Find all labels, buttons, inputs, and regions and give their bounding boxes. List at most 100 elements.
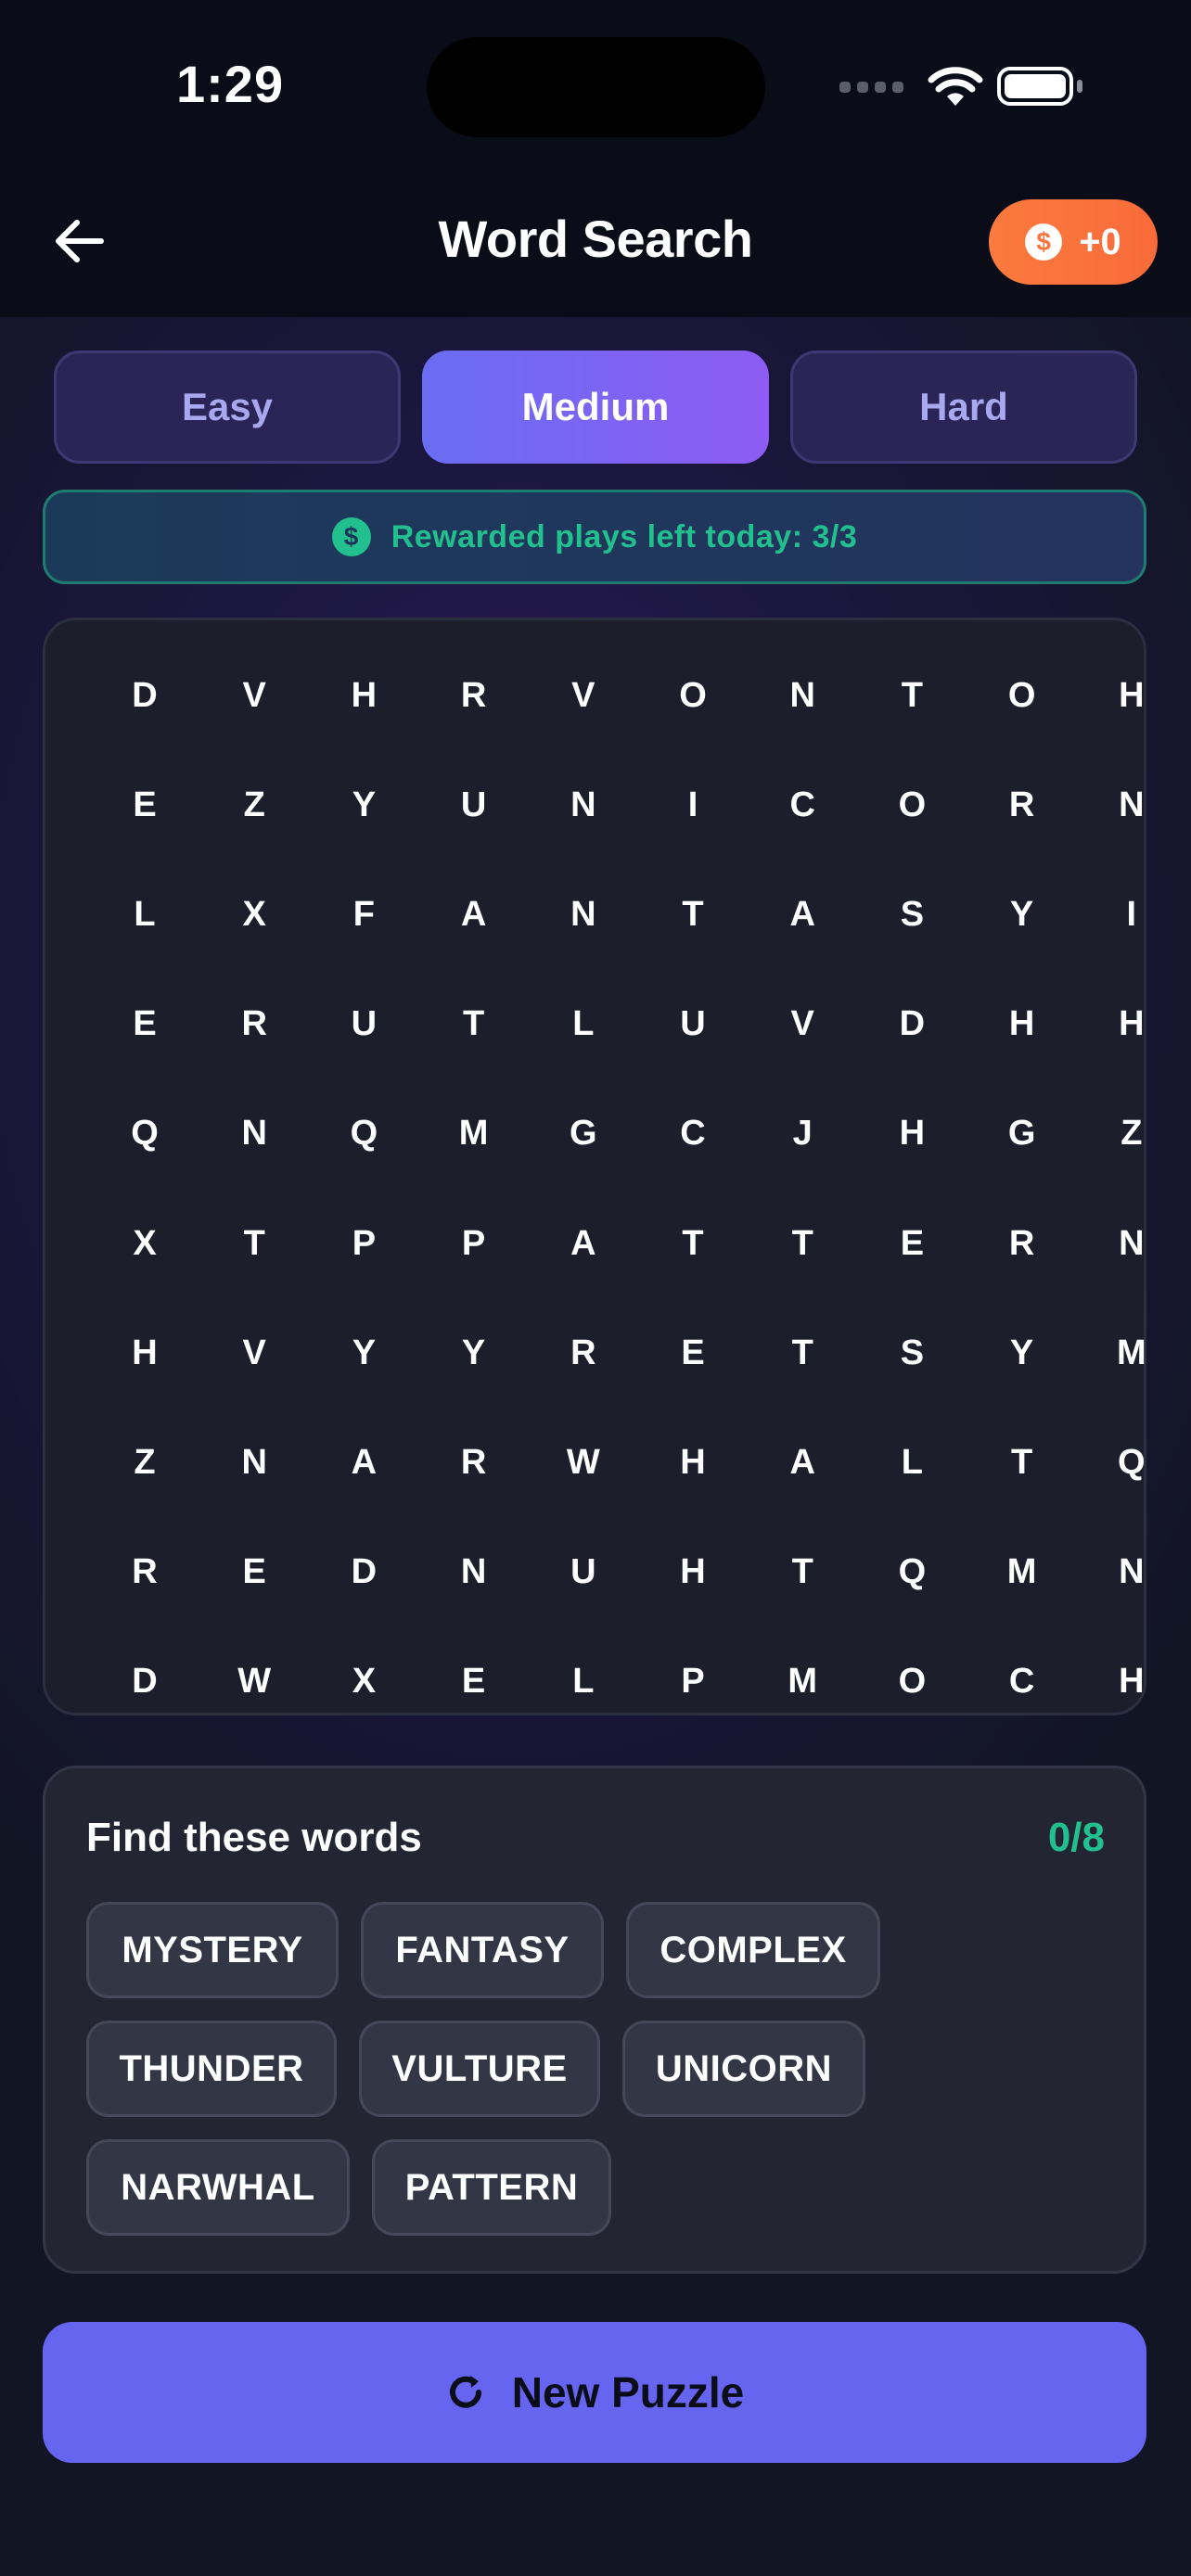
difficulty-hard-button[interactable]: Hard xyxy=(790,351,1137,464)
grid-cell[interactable]: D xyxy=(90,1627,199,1737)
grid-cell[interactable]: O xyxy=(967,641,1077,750)
grid-cell[interactable]: H xyxy=(857,1079,967,1189)
grid-cell[interactable]: N xyxy=(748,641,857,750)
grid-cell[interactable]: T xyxy=(748,1189,857,1298)
grid-cell[interactable]: M xyxy=(748,1627,857,1737)
grid-cell[interactable]: H xyxy=(638,1518,748,1627)
grid-cell[interactable]: M xyxy=(967,1518,1077,1627)
grid-cell[interactable]: P xyxy=(309,1189,418,1298)
grid-cell[interactable]: X xyxy=(309,1627,418,1737)
grid-cell[interactable]: M xyxy=(1077,1298,1186,1408)
grid-cell[interactable]: O xyxy=(857,1627,967,1737)
grid-cell[interactable]: N xyxy=(419,1518,529,1627)
grid-cell[interactable]: M xyxy=(419,1079,529,1189)
grid-cell[interactable]: D xyxy=(309,1518,418,1627)
grid-cell[interactable]: R xyxy=(419,641,529,750)
grid-cell[interactable]: A xyxy=(748,1408,857,1517)
grid-cell[interactable]: T xyxy=(857,641,967,750)
grid-cell[interactable]: H xyxy=(1077,1627,1186,1737)
grid-cell[interactable]: E xyxy=(90,970,199,1079)
grid-cell[interactable]: T xyxy=(967,1408,1077,1517)
grid-cell[interactable]: V xyxy=(199,1298,309,1408)
grid-cell[interactable]: H xyxy=(90,1298,199,1408)
grid-cell[interactable]: F xyxy=(309,860,418,969)
grid-cell[interactable]: Q xyxy=(90,1079,199,1189)
grid-cell[interactable]: V xyxy=(199,641,309,750)
grid-cell[interactable]: A xyxy=(419,860,529,969)
grid-cell[interactable]: C xyxy=(748,750,857,860)
grid-cell[interactable]: G xyxy=(967,1079,1077,1189)
grid-cell[interactable]: Y xyxy=(967,860,1077,969)
grid-cell[interactable]: S xyxy=(857,1298,967,1408)
grid-cell[interactable]: Q xyxy=(309,1079,418,1189)
grid-cell[interactable]: Z xyxy=(199,750,309,860)
grid-cell[interactable]: Y xyxy=(309,750,418,860)
coins-badge[interactable]: $ +0 xyxy=(989,199,1158,285)
grid-cell[interactable]: H xyxy=(967,970,1077,1079)
grid-cell[interactable]: R xyxy=(199,970,309,1079)
grid-cell[interactable]: H xyxy=(1077,641,1186,750)
grid-cell[interactable]: O xyxy=(638,641,748,750)
grid-cell[interactable]: D xyxy=(857,970,967,1079)
grid-cell[interactable]: E xyxy=(857,1189,967,1298)
grid-cell[interactable]: T xyxy=(419,970,529,1079)
new-puzzle-button[interactable]: New Puzzle xyxy=(43,2322,1146,2463)
grid-cell[interactable]: Z xyxy=(90,1408,199,1517)
grid-cell[interactable]: U xyxy=(529,1518,638,1627)
grid-cell[interactable]: U xyxy=(638,970,748,1079)
grid-cell[interactable]: T xyxy=(199,1189,309,1298)
grid-cell[interactable]: G xyxy=(529,1079,638,1189)
grid-cell[interactable]: Y xyxy=(967,1298,1077,1408)
grid-cell[interactable]: L xyxy=(529,970,638,1079)
grid-cell[interactable]: E xyxy=(199,1518,309,1627)
grid-cell[interactable]: L xyxy=(90,860,199,969)
grid-cell[interactable]: R xyxy=(419,1408,529,1517)
grid-cell[interactable]: W xyxy=(529,1408,638,1517)
difficulty-easy-button[interactable]: Easy xyxy=(54,351,401,464)
grid-cell[interactable]: N xyxy=(1077,1189,1186,1298)
grid-cell[interactable]: X xyxy=(90,1189,199,1298)
grid-cell[interactable]: A xyxy=(529,1189,638,1298)
grid-cell[interactable]: Y xyxy=(309,1298,418,1408)
grid-cell[interactable]: Z xyxy=(1077,1079,1186,1189)
grid-cell[interactable]: N xyxy=(529,860,638,969)
grid-cell[interactable]: W xyxy=(199,1627,309,1737)
grid-cell[interactable]: D xyxy=(90,641,199,750)
grid-cell[interactable]: U xyxy=(419,750,529,860)
grid-cell[interactable]: A xyxy=(309,1408,418,1517)
grid-cell[interactable]: N xyxy=(199,1408,309,1517)
grid-cell[interactable]: N xyxy=(1077,750,1186,860)
grid-cell[interactable]: E xyxy=(638,1298,748,1408)
grid-cell[interactable]: N xyxy=(199,1079,309,1189)
grid-cell[interactable]: C xyxy=(967,1627,1077,1737)
grid-cell[interactable]: U xyxy=(309,970,418,1079)
grid-cell[interactable]: P xyxy=(419,1189,529,1298)
grid-cell[interactable]: T xyxy=(748,1518,857,1627)
grid-cell[interactable]: C xyxy=(638,1079,748,1189)
grid-cell[interactable]: L xyxy=(857,1408,967,1517)
grid-cell[interactable]: O xyxy=(857,750,967,860)
grid-cell[interactable]: N xyxy=(1077,1518,1186,1627)
grid-cell[interactable]: L xyxy=(529,1627,638,1737)
grid-cell[interactable]: R xyxy=(529,1298,638,1408)
grid-cell[interactable]: Y xyxy=(419,1298,529,1408)
grid-cell[interactable]: Q xyxy=(857,1518,967,1627)
grid-cell[interactable]: T xyxy=(638,1189,748,1298)
grid-cell[interactable]: H xyxy=(309,641,418,750)
grid-cell[interactable]: R xyxy=(90,1518,199,1627)
grid-cell[interactable]: I xyxy=(638,750,748,860)
grid-cell[interactable]: T xyxy=(638,860,748,969)
grid-cell[interactable]: H xyxy=(638,1408,748,1517)
grid-cell[interactable]: I xyxy=(1077,860,1186,969)
grid-cell[interactable]: S xyxy=(857,860,967,969)
grid-cell[interactable]: T xyxy=(748,1298,857,1408)
grid-cell[interactable]: V xyxy=(529,641,638,750)
grid-cell[interactable]: R xyxy=(967,1189,1077,1298)
grid-cell[interactable]: Q xyxy=(1077,1408,1186,1517)
grid-cell[interactable]: X xyxy=(199,860,309,969)
grid-cell[interactable]: V xyxy=(748,970,857,1079)
grid-cell[interactable]: R xyxy=(967,750,1077,860)
grid-cell[interactable]: E xyxy=(419,1627,529,1737)
difficulty-medium-button[interactable]: Medium xyxy=(422,351,769,464)
grid-cell[interactable]: P xyxy=(638,1627,748,1737)
